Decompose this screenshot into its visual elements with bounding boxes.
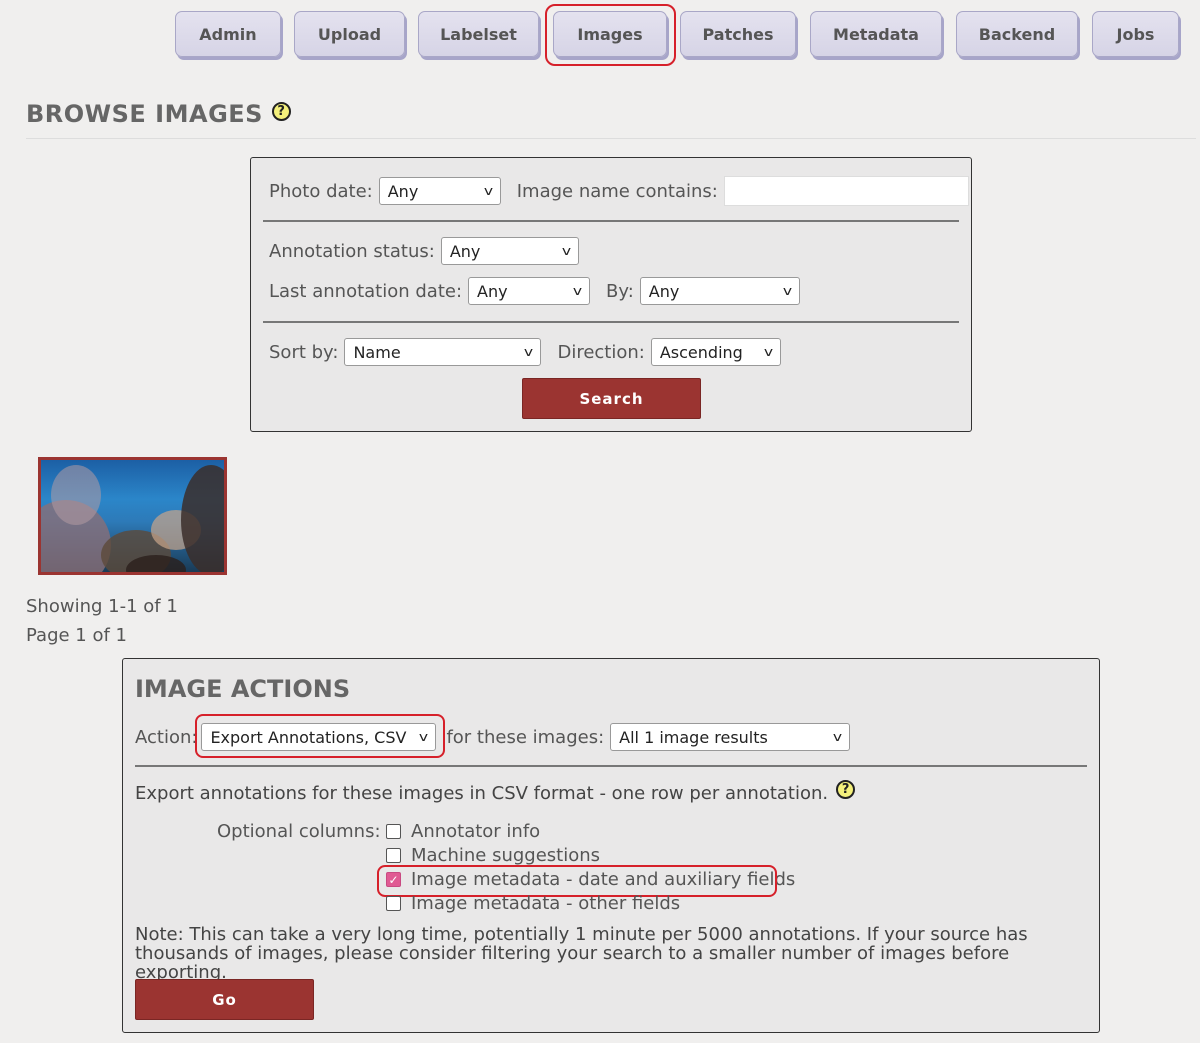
direction-label: Direction: [557, 341, 645, 363]
title-divider [26, 138, 1196, 139]
showing-count: Showing 1-1 of 1 [26, 596, 178, 617]
nav-patches-button[interactable]: Patches [680, 11, 796, 57]
export-note: Note: This can take a very long time, po… [135, 924, 1028, 983]
photo-date-select[interactable]: Any v [378, 177, 501, 205]
chevron-down-icon: v [483, 184, 493, 198]
page-count: Page 1 of 1 [26, 625, 127, 646]
sort-by-value: Name [353, 342, 401, 362]
annotator-info-label: Annotator info [411, 821, 541, 842]
by-value: Any [648, 281, 680, 301]
nav-images-button[interactable]: Images [553, 11, 667, 57]
search-form: Photo date: Any v Image name contains: A… [250, 157, 972, 432]
option-image-metadata-other[interactable]: Image metadata - other fields [386, 893, 680, 914]
nav-admin-button[interactable]: Admin [175, 11, 281, 57]
nav-upload-button[interactable]: Upload [294, 11, 405, 57]
annotation-status-select[interactable]: Any v [440, 237, 579, 265]
chevron-down-icon: v [524, 345, 534, 359]
image-metadata-other-label: Image metadata - other fields [411, 893, 681, 914]
nav-backend-button[interactable]: Backend [956, 11, 1078, 57]
image-metadata-date-aux-checkbox[interactable]: ✓ [386, 872, 401, 887]
action-select[interactable]: Export Annotations, CSV v [201, 723, 437, 751]
for-images-select[interactable]: All 1 image results v [610, 723, 851, 751]
export-description: Export annotations for these images in C… [135, 783, 829, 804]
chevron-down-icon: v [763, 345, 773, 359]
page-title: BROWSE IMAGES ? [26, 100, 291, 128]
nav-metadata-button[interactable]: Metadata [810, 11, 942, 57]
help-icon[interactable]: ? [271, 101, 291, 121]
page-title-text: BROWSE IMAGES [26, 100, 263, 128]
by-select[interactable]: Any v [639, 277, 800, 305]
chevron-down-icon: v [782, 284, 792, 298]
search-button[interactable]: Search [522, 378, 701, 419]
image-actions-panel: IMAGE ACTIONS Action: Export Annotations… [122, 658, 1100, 1033]
last-annotation-date-value: Any [477, 281, 508, 301]
top-nav: Admin Upload Labelset Images Patches Met… [0, 11, 1200, 61]
photo-date-value: Any [387, 181, 419, 201]
annotation-status-label: Annotation status: [269, 240, 435, 262]
go-button[interactable]: Go [135, 979, 314, 1020]
for-images-value: All 1 image results [619, 727, 768, 747]
optional-columns-label: Optional columns: [217, 821, 381, 842]
image-metadata-date-aux-label: Image metadata - date and auxiliary fiel… [411, 869, 796, 890]
help-icon[interactable]: ? [836, 780, 856, 799]
option-image-metadata-date-aux[interactable]: ✓ Image metadata - date and auxiliary fi… [386, 869, 795, 890]
chevron-down-icon: v [572, 284, 583, 298]
last-annotation-date-label: Last annotation date: [269, 280, 463, 302]
annotation-status-value: Any [449, 241, 481, 261]
actions-divider [135, 765, 1087, 767]
direction-select[interactable]: Ascending v [650, 338, 781, 366]
last-annotation-date-select[interactable]: Any v [468, 277, 591, 305]
image-name-input[interactable] [723, 176, 969, 206]
photo-date-label: Photo date: [269, 180, 373, 202]
image-actions-title: IMAGE ACTIONS [135, 675, 351, 703]
action-label: Action: [135, 726, 198, 748]
search-divider [263, 220, 959, 222]
for-images-label: for these images: [446, 726, 605, 748]
nav-jobs-button[interactable]: Jobs [1092, 11, 1179, 57]
image-metadata-other-checkbox[interactable] [386, 896, 401, 911]
option-machine-suggestions[interactable]: Machine suggestions [386, 845, 600, 866]
chevron-down-icon: v [561, 244, 571, 258]
sort-by-label: Sort by: [269, 341, 339, 363]
search-divider [263, 321, 959, 323]
image-thumbnail[interactable] [38, 457, 227, 575]
chevron-down-icon: v [832, 730, 843, 744]
action-value: Export Annotations, CSV [210, 727, 407, 747]
machine-suggestions-checkbox[interactable] [386, 848, 401, 863]
option-annotator-info[interactable]: Annotator info [386, 821, 540, 842]
nav-labelset-button[interactable]: Labelset [418, 11, 539, 57]
sort-by-select[interactable]: Name v [344, 338, 542, 366]
by-label: By: [606, 280, 634, 302]
annotator-info-checkbox[interactable] [386, 824, 401, 839]
image-name-label: Image name contains: [516, 180, 718, 202]
direction-value: Ascending [659, 342, 743, 362]
machine-suggestions-label: Machine suggestions [411, 845, 601, 866]
chevron-down-icon: v [419, 730, 429, 744]
